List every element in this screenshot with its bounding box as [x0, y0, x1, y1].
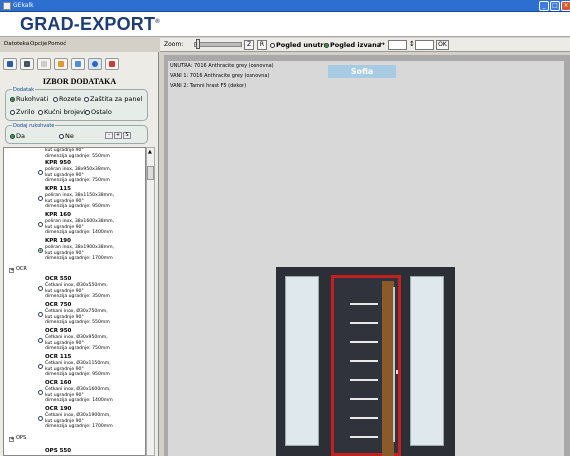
dodatak-group-title: Dodatak — [12, 87, 36, 93]
tree-item-ocr-950[interactable]: OCR 950 Četkani inox, Ø30x950mm, kut ugra… — [4, 328, 144, 354]
radio-rozete[interactable]: Rozete — [53, 95, 81, 103]
width-input[interactable] — [388, 40, 407, 50]
tree-item-ocr-750[interactable]: OCR 750 Četkani inox, Ø30x750mm, kut ugra… — [4, 302, 144, 328]
door-handle — [393, 287, 395, 442]
tree-scrollbar[interactable]: ▲ — [146, 147, 155, 456]
tree-node-ops[interactable]: + OPS — [9, 435, 26, 442]
radio-rukohvati[interactable]: Rukohvati — [10, 95, 48, 103]
tree-item-partial: kut ugradnje 90° dimenzija ugradnje: 550m… — [4, 148, 144, 160]
menu-datoteka[interactable]: Datoteka — [4, 41, 29, 47]
tree-radio-kpr-950[interactable] — [38, 170, 43, 175]
window-title: GEkalk — [13, 2, 34, 9]
zoom-slider[interactable] — [194, 42, 242, 47]
tool-button-2[interactable] — [20, 58, 34, 70]
tree-item-kpr-950[interactable]: KPR 950 poliran inox, 38x950x38mm, kut ug… — [4, 160, 144, 186]
radio-ne[interactable]: Ne — [59, 132, 74, 140]
radio-pogled-unutra[interactable]: Pogled unutra — [270, 41, 328, 49]
info-vani-2: VANI 2: Tamni hrast F5 (dekor) — [170, 83, 247, 89]
tool-button-1[interactable] — [3, 58, 17, 70]
tree-radio[interactable] — [38, 147, 43, 148]
handles-tree: kut ugradnje 90° dimenzija ugradnje: 550m… — [3, 147, 146, 456]
steel-strip — [350, 303, 378, 305]
radio-zvrilo[interactable]: Zvrilo — [10, 108, 35, 116]
tree-node-ocr[interactable]: + OCR — [9, 266, 27, 273]
tool-button-3[interactable] — [37, 58, 51, 70]
tree-item-kpr-160[interactable]: KPR 160 poliran inox, 38x1600x38mm, kut u… — [4, 212, 144, 238]
menu-opcije[interactable]: Opcije — [30, 41, 47, 47]
left-sidelight — [285, 276, 319, 446]
logo-bar: GRAD-EXPORT® — [0, 12, 570, 37]
tree-item-ocr-550[interactable]: OCR 550 Četkani inox, Ø30x550mm, kut ugra… — [4, 276, 144, 302]
tree-item-ocr-160[interactable]: OCR 160 Četkani inox, Ø30x1600mm, kut ugr… — [4, 380, 144, 406]
tree-radio-ocr-115[interactable] — [38, 364, 43, 369]
tree-item-ops-550[interactable]: OPS 550 — [4, 448, 144, 455]
radio-pogled-izvana[interactable]: Pogled izvana — [324, 41, 381, 49]
model-name: Sofia — [328, 65, 396, 78]
tree-radio-ocr-550[interactable] — [38, 286, 43, 291]
height-icon: ↕ — [409, 40, 415, 48]
info-unutra: UNUTRA: 7016 Anthracite grey (osnovna) — [170, 63, 274, 69]
steel-strip — [350, 398, 378, 400]
tree-radio-kpr-115[interactable] — [38, 196, 43, 201]
steel-strip — [350, 360, 378, 362]
s-button[interactable]: S — [123, 132, 131, 139]
maximize-button[interactable]: □ — [550, 1, 560, 11]
tree-item-ocr-190[interactable]: OCR 190 Četkani inox, Ø30x1900mm, kut ugr… — [4, 406, 144, 432]
tool-button-7[interactable] — [105, 58, 119, 70]
radio-ostalo[interactable]: Ostalo — [85, 108, 112, 116]
zoom-slider-thumb[interactable] — [196, 39, 200, 49]
steel-strip — [350, 379, 378, 381]
info-vani-1: VANI 1: 7016 Anthracite grey (osnovna) — [170, 73, 270, 79]
dodatak-group: Dodatak Rukohvati Rozete Zaštita za pane… — [5, 87, 148, 121]
zoom-z-button[interactable]: Z — [244, 40, 254, 50]
door-lock — [396, 370, 398, 374]
tool-button-5[interactable] — [71, 58, 85, 70]
tree-item-kpr-115[interactable]: KPR 115 poliran inox, 38x1150x38mm, kut u… — [4, 186, 144, 212]
radio-da[interactable]: Da — [10, 132, 25, 140]
window-titlebar: GEkalk _ □ × — [0, 0, 570, 12]
panel-heading: IZBOR DODATAKA — [42, 77, 117, 86]
scrollbar-thumb[interactable] — [147, 166, 154, 180]
close-button[interactable]: × — [561, 1, 570, 11]
right-sidelight — [410, 276, 444, 446]
minimize-button[interactable]: _ — [539, 1, 549, 11]
menu-pomoc[interactable]: Pomoć — [48, 41, 66, 47]
company-logo: GRAD-EXPORT® — [20, 14, 160, 34]
steel-strip — [350, 436, 378, 438]
radio-zastita-za-panel[interactable]: Zaštita za panel — [84, 95, 142, 103]
tree-item-kpr-190[interactable]: KPR 190 poliran inox, 38x1900x38mm, kut u… — [4, 238, 144, 264]
steel-strip — [350, 322, 378, 324]
steel-strip — [350, 341, 378, 343]
tree-radio-ocr-160[interactable] — [38, 390, 43, 395]
zoom-reset-button[interactable]: R — [257, 40, 267, 50]
tree-radio-ocr-950[interactable] — [38, 338, 43, 343]
app-icon — [3, 2, 11, 10]
ok-button[interactable]: OK — [436, 40, 449, 50]
tree-item-ocr-115[interactable]: OCR 115 Četkani inox, Ø30x1150mm, kut ugr… — [4, 354, 144, 380]
radio-kucni-brojevi[interactable]: Kućni brojevi — [38, 108, 86, 116]
width-icon: ↔ — [379, 40, 385, 48]
tool-button-4[interactable] — [54, 58, 68, 70]
tree-radio-ocr-750[interactable] — [38, 312, 43, 317]
tool-button-6[interactable] — [88, 58, 102, 70]
zoom-label: Zoom: — [164, 41, 184, 48]
tree-radio-kpr-160[interactable] — [38, 222, 43, 227]
scroll-up-icon[interactable]: ▲ — [148, 149, 152, 155]
left-panel: IZBOR DODATAKA Dodatak Rukohvati Rozete … — [0, 52, 159, 456]
dodaj-group-title: Dodaj rukohvate — [12, 123, 56, 129]
minus-button[interactable]: - — [105, 132, 113, 139]
height-input[interactable] — [415, 40, 434, 50]
tree-radio-kpr-190[interactable] — [38, 248, 43, 253]
add-button[interactable]: + — [114, 132, 122, 139]
steel-strip — [350, 417, 378, 419]
tree-radio-ocr-190[interactable] — [38, 416, 43, 421]
menu-bar: Datoteka Opcije Pomoć — [0, 38, 162, 52]
